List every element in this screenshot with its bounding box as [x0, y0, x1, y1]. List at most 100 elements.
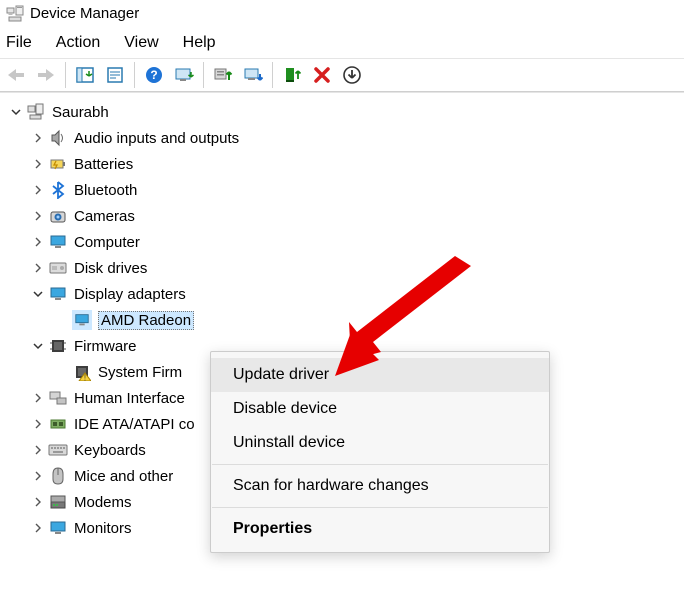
firmware-warning-icon: ! — [72, 362, 92, 382]
arrow-right-icon — [35, 66, 57, 84]
tree-item-label: Computer — [74, 234, 140, 251]
chevron-right-icon[interactable] — [30, 260, 46, 276]
toolbar-uninstall-button[interactable] — [308, 61, 336, 89]
toolbar-separator — [272, 62, 273, 88]
properties-icon — [105, 66, 125, 84]
controller-icon — [48, 414, 68, 434]
chevron-right-icon[interactable] — [30, 468, 46, 484]
toolbar-separator — [134, 62, 135, 88]
toolbar-separator — [65, 62, 66, 88]
menu-file[interactable]: File — [6, 34, 32, 52]
camera-icon — [48, 206, 68, 226]
chevron-right-icon[interactable] — [30, 494, 46, 510]
toolbar-disable-device-button[interactable] — [239, 61, 267, 89]
tree-item-batteries[interactable]: Batteries — [4, 151, 684, 177]
chevron-right-icon[interactable] — [30, 520, 46, 536]
chevron-right-icon[interactable] — [30, 416, 46, 432]
tree-item-computer[interactable]: Computer — [4, 229, 684, 255]
tree-item-label: AMD Radeon — [98, 311, 194, 330]
tree-item-label: Monitors — [74, 520, 132, 537]
context-menu-scan-hardware[interactable]: Scan for hardware changes — [211, 469, 549, 503]
battery-icon — [48, 154, 68, 174]
tree-item-label: Disk drives — [74, 260, 147, 277]
monitor-icon — [48, 518, 68, 538]
tree-root-label: Saurabh — [52, 104, 109, 121]
svg-text:?: ? — [150, 68, 157, 82]
tree-item-label: Human Interface — [74, 390, 185, 407]
tree-item-cameras[interactable]: Cameras — [4, 203, 684, 229]
keyboard-icon — [48, 440, 68, 460]
chevron-down-icon[interactable] — [8, 104, 24, 120]
menubar: File Action View Help — [0, 30, 684, 58]
tree-item-label: Mice and other — [74, 468, 173, 485]
tree-item-audio[interactable]: Audio inputs and outputs — [4, 125, 684, 151]
speaker-icon — [48, 128, 68, 148]
tree-item-label: System Firm — [98, 364, 182, 381]
chevron-down-icon[interactable] — [30, 286, 46, 302]
context-menu-disable-device[interactable]: Disable device — [211, 392, 549, 426]
context-menu-uninstall-device[interactable]: Uninstall device — [211, 426, 549, 460]
computer-root-icon — [26, 102, 46, 122]
down-circle-icon — [342, 65, 362, 85]
tree-item-amd-radeon[interactable]: AMD Radeon — [4, 307, 684, 333]
disk-icon — [48, 258, 68, 278]
chevron-right-icon[interactable] — [30, 442, 46, 458]
chevron-right-icon[interactable] — [30, 156, 46, 172]
context-menu-properties[interactable]: Properties — [211, 512, 549, 546]
context-menu: Update driver Disable device Uninstall d… — [210, 351, 550, 553]
modem-icon — [48, 492, 68, 512]
chevron-right-icon[interactable] — [30, 234, 46, 250]
toolbar-update-driver-button[interactable] — [209, 61, 237, 89]
toolbar-enable-button[interactable] — [278, 61, 306, 89]
display-adapter-icon — [72, 310, 92, 330]
tree-item-label: Batteries — [74, 156, 133, 173]
red-x-icon — [312, 65, 332, 85]
firmware-chip-icon — [48, 336, 68, 356]
toolbar-back-button[interactable] — [2, 61, 30, 89]
monitor-icon — [48, 232, 68, 252]
tree-item-label: Firmware — [74, 338, 137, 355]
toolbar-properties-button[interactable] — [101, 61, 129, 89]
chevron-right-icon[interactable] — [30, 182, 46, 198]
toolbar: ? — [0, 58, 684, 92]
tree-item-label: Cameras — [74, 208, 135, 225]
hid-icon — [48, 388, 68, 408]
tree-item-label: Keyboards — [74, 442, 146, 459]
tree-item-bluetooth[interactable]: Bluetooth — [4, 177, 684, 203]
device-manager-app-icon — [6, 4, 24, 22]
tree-item-display-adapters[interactable]: Display adapters — [4, 281, 684, 307]
tree-item-disk-drives[interactable]: Disk drives — [4, 255, 684, 281]
tree-item-label: Display adapters — [74, 286, 186, 303]
bluetooth-icon — [48, 180, 68, 200]
tree-item-label: IDE ATA/ATAPI co — [74, 416, 195, 433]
titlebar: Device Manager — [0, 0, 684, 30]
toolbar-forward-button[interactable] — [32, 61, 60, 89]
panel-arrow-icon — [75, 66, 95, 84]
tree-item-label: Modems — [74, 494, 132, 511]
chevron-right-icon[interactable] — [30, 390, 46, 406]
chevron-right-icon[interactable] — [30, 208, 46, 224]
menu-view[interactable]: View — [124, 34, 158, 52]
tree-item-label: Bluetooth — [74, 182, 137, 199]
context-menu-separator — [212, 464, 548, 465]
toolbar-scan-button[interactable] — [170, 61, 198, 89]
toolbar-show-hidden-button[interactable] — [71, 61, 99, 89]
menu-action[interactable]: Action — [56, 34, 100, 52]
window-title: Device Manager — [30, 5, 139, 22]
tree-root[interactable]: Saurabh — [4, 99, 684, 125]
mouse-icon — [48, 466, 68, 486]
toolbar-scan-changes-button[interactable] — [338, 61, 366, 89]
enable-green-icon — [283, 65, 301, 85]
menu-help[interactable]: Help — [183, 34, 216, 52]
toolbar-help-button[interactable]: ? — [140, 61, 168, 89]
scan-hardware-icon — [174, 66, 194, 84]
context-menu-update-driver[interactable]: Update driver — [211, 358, 549, 392]
arrow-left-icon — [5, 66, 27, 84]
tree-item-label: Audio inputs and outputs — [74, 130, 239, 147]
chevron-right-icon[interactable] — [30, 130, 46, 146]
help-icon: ? — [144, 65, 164, 85]
svg-text:!: ! — [84, 374, 86, 382]
display-adapter-icon — [48, 284, 68, 304]
context-menu-separator — [212, 507, 548, 508]
chevron-down-icon[interactable] — [30, 338, 46, 354]
